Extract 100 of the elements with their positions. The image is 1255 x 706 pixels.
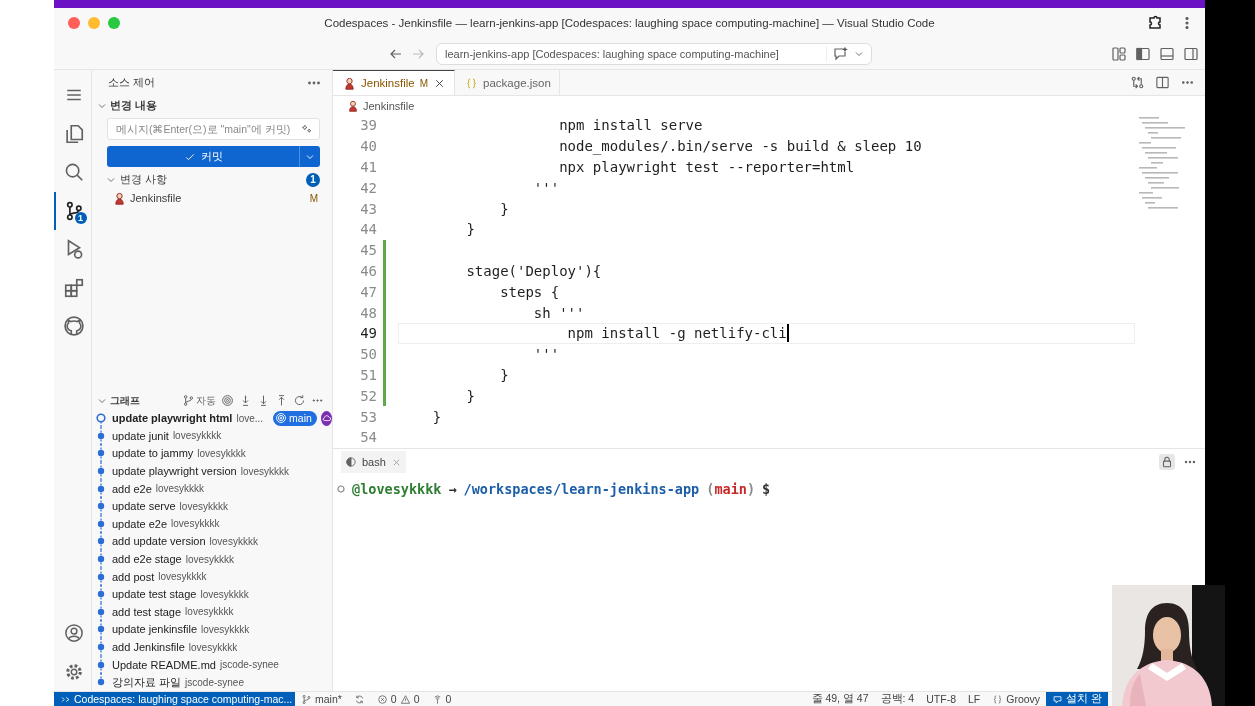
commit-item[interactable]: add e2e stage lovesykkkk [92,550,332,568]
braces-icon [992,693,1004,705]
commit-item[interactable]: update playwright html love... main [92,409,332,428]
layout-icon[interactable] [1111,45,1127,62]
status-item[interactable]: 공백: 4 [874,692,921,706]
commit-item[interactable]: update e2e lovesykkkk [92,515,332,533]
extensions-icon[interactable] [62,276,85,299]
count-badge: 1 [74,212,87,224]
commit-item[interactable]: add update version lovesykkkk [92,532,332,551]
code-line: steps { [499,283,560,300]
commit-item[interactable]: add e2e lovesykkkk [92,479,332,498]
account-icon[interactable] [63,623,84,644]
line-number: 44 [359,221,377,238]
terminal-text: ) [746,481,756,497]
status-item[interactable]: UTF-8 [920,692,962,706]
terminal-icon [345,456,357,468]
remote-indicator[interactable]: Codespaces: laughing space computing-mac... [54,692,295,706]
branch-badge: main [273,410,317,426]
terminal-text: $ [762,481,771,497]
commit-item[interactable]: add test stage lovesykkkk [92,603,332,621]
error-icon [376,693,388,705]
branch-icon [182,394,195,407]
commit-item[interactable]: update serve lovesykkkk [92,497,332,516]
code-line: npm install -g netlify-cli [566,325,787,342]
branch-indicator[interactable]: main* [295,692,348,706]
split-editor-icon[interactable] [1155,75,1170,90]
commit-item[interactable]: update jenkinsfile lovesykkkk [92,620,332,639]
commit-item[interactable]: add post lovesykkkk [92,567,332,586]
puzzle-icon[interactable] [1147,15,1163,31]
sparkle-icon[interactable] [301,123,313,135]
cat-logo-icon[interactable] [62,315,85,338]
file-type-icon [343,76,356,90]
lock-button[interactable] [1159,454,1175,470]
commit-item[interactable]: update junit lovesykkkk [92,427,332,445]
branch-icon [301,693,312,705]
commit-message-field[interactable]: 메시지(⌘Enter(으)로 "main"에 커밋) [107,118,320,140]
commit-item[interactable]: update playwright version lovesykkkk [92,462,332,480]
code-line: } [465,387,475,404]
line-number: 41 [359,159,377,175]
settings-icon[interactable] [63,661,84,682]
status-item[interactable]: LF [961,692,987,706]
compare-changes-icon[interactable] [1130,75,1145,90]
ports-indicator[interactable]: 0 [425,692,458,706]
commit-item[interactable]: add Jenkinsfile lovesykkkk [92,638,332,656]
line-number: 54 [359,429,377,446]
file-type-icon [465,76,479,90]
auto-button[interactable]: 자동 [182,393,216,408]
commit-item[interactable]: 강의자료 파일 jscode-synee [92,673,332,691]
line-number: 43 [359,200,377,217]
refresh-icon[interactable] [293,394,306,407]
code-line: } [499,200,509,217]
commit-item[interactable]: update to jammy lovesykkkk [92,444,332,463]
terminal-text: /workspaces/learn-jenkins-app [463,481,700,497]
prompt-circle-icon [337,485,345,493]
lock-icon [1160,455,1174,469]
changed-file-item[interactable]: Jenkinsfile M [92,189,332,207]
secondary-sidebar-icon[interactable] [1183,45,1199,62]
terminal-text: → [448,481,457,497]
line-number: 45 [359,242,377,259]
panel-title: 소스 제어 [108,76,155,90]
commit-item[interactable]: update test stage lovesykkkk [92,585,332,604]
count-badge: 1 [306,173,320,187]
code-line: } [431,408,442,425]
status-item[interactable]: 줄 49, 열 47 [805,692,875,706]
breadcrumb-item[interactable]: Jenkinsfile [363,99,415,112]
sync-icon[interactable] [353,693,365,705]
file-type-icon [113,191,126,205]
code-line: npm install serve [558,117,703,134]
code-line: } [465,221,475,238]
line-number: 46 [359,262,377,279]
language-indicator[interactable]: Groovy [986,692,1047,706]
chat-icon[interactable] [833,45,849,62]
line-number: 39 [359,117,377,134]
code-line: } [499,366,509,383]
close-window-button[interactable] [68,17,80,29]
line-number: 47 [359,283,377,300]
code-line: stage('Deploy'){ [465,262,602,279]
code-line: node_modules/.bin/serve -s build & sleep 10 [558,138,922,155]
editor-tab[interactable]: Jenkinsfile M [333,70,456,95]
code-line: ''' [532,346,560,363]
terminal-text: main [714,481,747,497]
target-icon [275,412,288,425]
line-number: 50 [359,346,377,363]
panel-toggle-icon[interactable] [1159,45,1175,62]
code-line: npx playwright test --reporter=html [558,159,855,175]
target-icon[interactable] [221,394,234,407]
commit-button[interactable]: 커밋 [107,146,299,167]
commit-item[interactable]: Update README.md jscode-synee [92,655,332,674]
antenna-icon [431,693,443,705]
line-number: 42 [359,179,377,196]
notification-indicator[interactable]: 설치 완 [1046,692,1108,706]
command-center[interactable]: learn-jenkins-app [Codespaces: laughing space computing-machine] [436,42,872,65]
problems-indicator[interactable]: 0 0 [370,692,426,706]
code-line: sh ''' [532,304,585,321]
line-number: 48 [359,304,377,321]
terminal-text: @lovesykkkk [352,481,442,497]
sidebar-toggle-icon[interactable] [1135,45,1151,62]
terminal-tab[interactable]: bash [341,451,406,473]
line-number: 51 [359,366,377,383]
window-title: Codespaces - Jenkinsfile — learn-jenkins-app [Codespaces: laughing space computing-machine] — Visual Studio Code [324,17,935,29]
